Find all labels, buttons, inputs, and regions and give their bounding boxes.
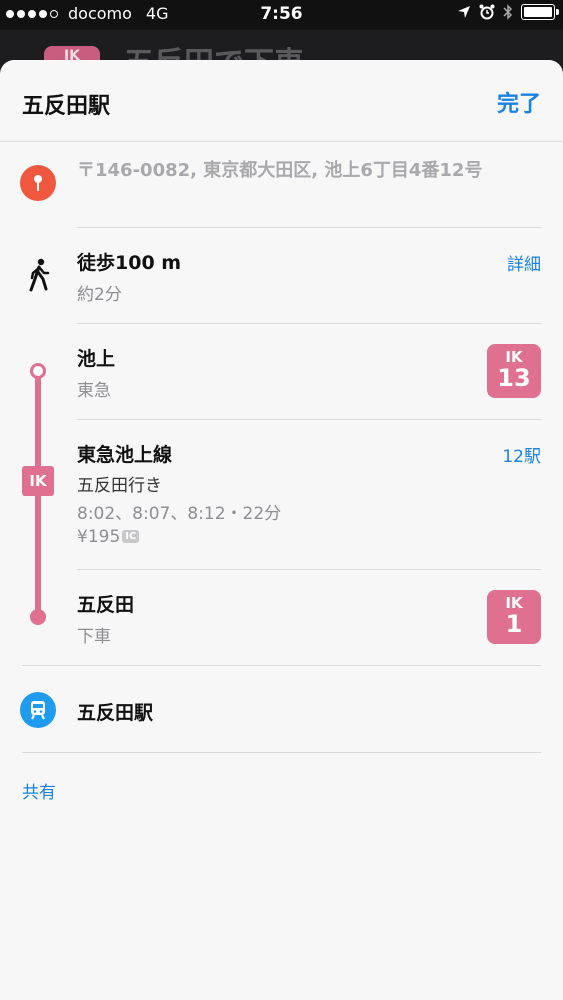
line-stops-link[interactable]: 12駅 [502, 442, 541, 467]
line-name: 東急池上線 [77, 444, 173, 466]
walk-duration: 約2分 [77, 285, 122, 305]
badge-code: IK [505, 594, 523, 612]
start-address-row: 〒146-0082, 東京都大田区, 池上6丁目4番12号 [0, 142, 563, 228]
alight-action: 下車 [77, 627, 111, 647]
board-station-row: 池上 東急 IK 13 [0, 324, 563, 420]
walk-title: 徒歩100 m [77, 252, 182, 274]
sheet-title: 五反田駅 [22, 94, 111, 119]
line-fare-wrap: ¥195 IC [77, 527, 140, 547]
badge-number: 1 [505, 610, 523, 638]
divider [22, 752, 541, 753]
board-station-name: 池上 [77, 348, 116, 370]
board-station-operator: 東急 [77, 381, 111, 401]
walk-step-row[interactable]: 徒歩100 m 約2分 詳細 [0, 228, 563, 324]
destination-row: 五反田駅 [0, 666, 563, 752]
battery-icon [521, 4, 559, 20]
transit-line-row[interactable]: 東急池上線 12駅 五反田行き 8:02、8:07、8:12・22分 ¥195 I… [0, 420, 563, 570]
walk-details-link[interactable]: 詳細 [507, 250, 541, 275]
location-pin-icon [20, 165, 56, 201]
line-fare: ¥195 [77, 527, 121, 547]
line-departures: 8:02、8:07、8:12・22分 [77, 504, 282, 524]
alight-station-badge: IK 1 [487, 590, 541, 644]
bluetooth-icon [503, 4, 513, 20]
share-button[interactable]: 共有 [22, 778, 56, 803]
board-station-badge: IK 13 [487, 344, 541, 398]
destination-name: 五反田駅 [77, 702, 154, 724]
start-address: 〒146-0082, 東京都大田区, 池上6丁目4番12号 [77, 160, 483, 181]
train-icon [20, 692, 56, 728]
status-right [457, 4, 559, 20]
alarm-icon [479, 4, 495, 20]
ic-card-tag: IC [122, 530, 140, 543]
badge-number: 13 [497, 364, 531, 392]
badge-code: IK [505, 348, 523, 366]
done-button[interactable]: 完了 [497, 86, 541, 118]
line-direction: 五反田行き [77, 476, 162, 496]
walking-person-icon [29, 258, 50, 292]
location-arrow-icon [458, 6, 470, 18]
alight-station-row: 五反田 下車 IK 1 [0, 570, 563, 666]
status-bar: docomo 4G 7:56 [0, 0, 563, 30]
alight-station-name: 五反田 [77, 594, 135, 616]
sheet-header: 五反田駅 完了 [0, 60, 563, 142]
route-step-sheet: 五反田駅 完了 〒146-0082, 東京都大田区, 池上6丁目4番12号 徒歩… [0, 60, 563, 1000]
